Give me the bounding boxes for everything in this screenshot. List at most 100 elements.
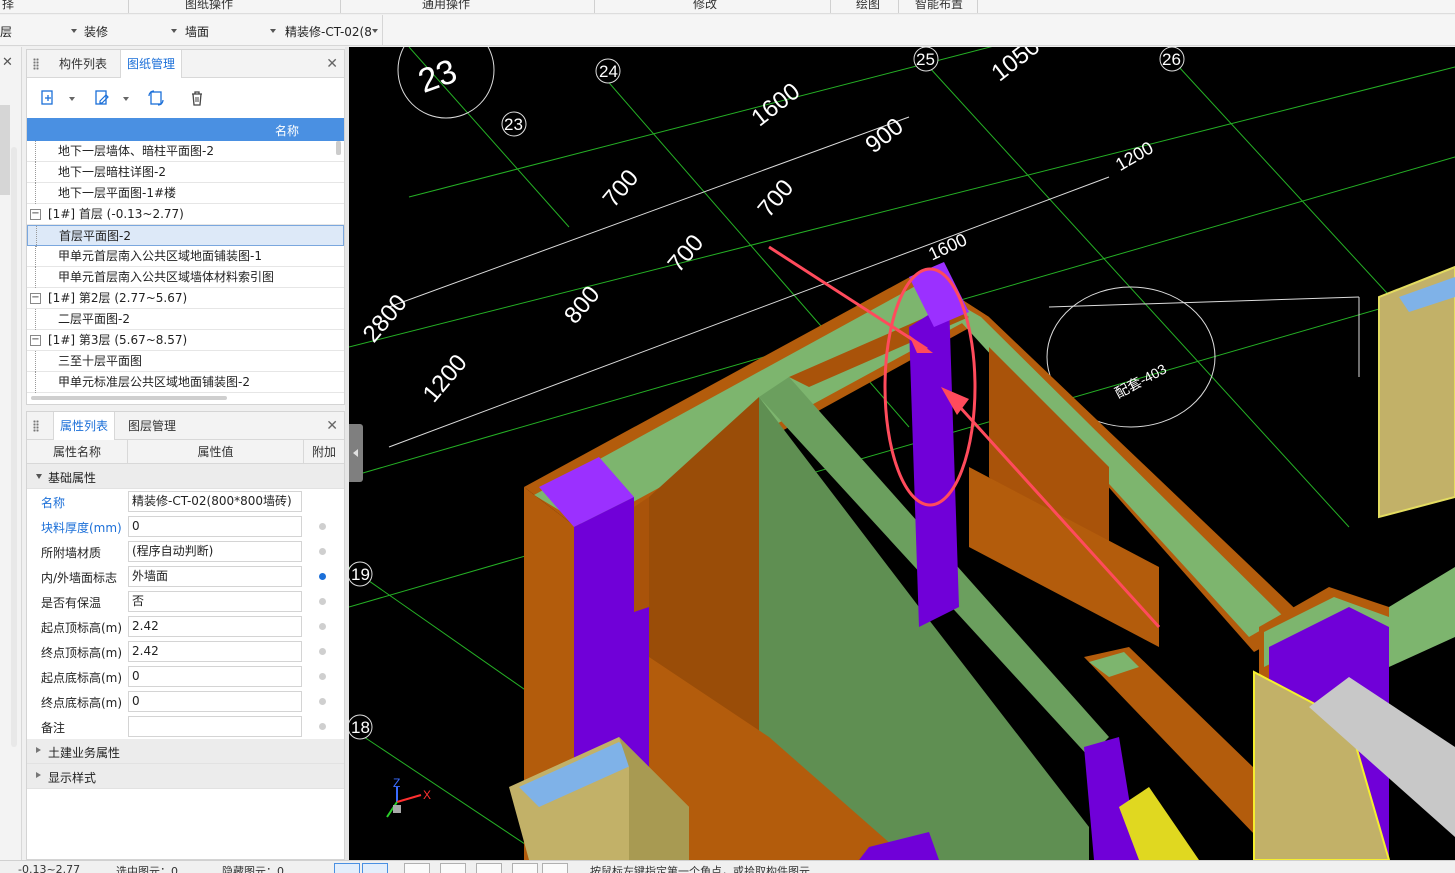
ribbon-group-draw[interactable]: 绘图 (856, 0, 880, 12)
category-select[interactable]: 装修 (84, 19, 180, 43)
close-icon[interactable]: ✕ (326, 418, 338, 434)
list-item[interactable]: 地下一层墙体、暗柱平面图-2 (27, 141, 344, 162)
select-mode-button[interactable] (362, 863, 388, 873)
chevron-down-icon[interactable] (123, 97, 129, 101)
edit-view-button[interactable] (542, 863, 568, 873)
expand-icon[interactable] (36, 747, 41, 753)
property-value-end-top-elev[interactable]: 2.42 (128, 641, 302, 662)
replace-drawing-button[interactable] (145, 87, 167, 109)
dimension-label: 1600 (746, 78, 805, 132)
collapse-panel-button[interactable] (349, 424, 363, 482)
list-item[interactable]: 三至十层平面图 (27, 351, 344, 372)
extra-checkbox[interactable] (319, 523, 326, 530)
column-header-extra[interactable]: 附加 (304, 440, 344, 463)
drawing-tree: 地下一层墙体、暗柱平面图-2 地下一层暗柱详图-2 地下一层平面图-1#楼 −[… (27, 141, 344, 393)
section-display-style[interactable]: 显示样式 (27, 764, 344, 789)
property-row-remark: 备注 (27, 714, 344, 739)
dimension-label: 1600 (925, 229, 970, 264)
section-civil-properties[interactable]: 土建业务属性 (27, 739, 344, 764)
close-icon[interactable]: ✕ (2, 55, 13, 70)
floor-select[interactable]: 层 (0, 19, 80, 43)
section-basic-properties[interactable]: 基础属性 (27, 464, 344, 489)
property-value-inner-outer-flag[interactable]: 外墙面 (128, 566, 302, 587)
ribbon-group-modify[interactable]: 修改 (693, 0, 717, 12)
extra-checkbox-checked[interactable] (319, 573, 326, 580)
tree-group-floor-2[interactable]: − [1#] 第2层 (2.77~5.67) (27, 288, 344, 309)
expand-icon[interactable] (36, 474, 42, 479)
property-value-remark[interactable] (128, 716, 302, 737)
extra-checkbox[interactable] (319, 648, 326, 655)
snap-mode-button[interactable] (334, 863, 360, 873)
list-item[interactable]: 甲单元首层南入公共区域地面铺装图-1 (27, 246, 344, 267)
chevron-down-icon[interactable] (69, 97, 75, 101)
property-value-end-bottom-elev[interactable]: 0 (128, 691, 302, 712)
add-point-button[interactable] (476, 863, 502, 873)
ribbon-group-select[interactable]: 择 (2, 0, 14, 12)
drag-grip-icon[interactable] (33, 58, 39, 70)
list-item[interactable]: 甲单元标准层公共区域地面铺装图-2 (27, 372, 344, 393)
tree-group-floor-1[interactable]: − [1#] 首层 (-0.13~2.77) (27, 204, 344, 225)
property-value-wall-material[interactable]: (程序自动判断) (128, 541, 302, 562)
ribbon-group-drawing-ops[interactable]: 图纸操作 (185, 0, 233, 12)
property-value-insulation[interactable]: 否 (128, 591, 302, 612)
extra-checkbox[interactable] (319, 598, 326, 605)
column-header-property-value[interactable]: 属性值 (128, 440, 304, 463)
nav-scrollbar[interactable] (11, 147, 17, 747)
property-value-tile-thickness[interactable]: 0 (128, 516, 302, 537)
axis-label: 24 (599, 62, 618, 81)
list-item-selected[interactable]: 首层平面图-2 (27, 225, 344, 247)
dimension-label: 700 (598, 165, 644, 213)
chevron-down-icon (171, 29, 177, 33)
close-icon[interactable]: ✕ (326, 56, 338, 72)
save-view-button[interactable] (512, 863, 538, 873)
collapse-icon[interactable]: − (30, 209, 41, 220)
property-value-start-top-elev[interactable]: 2.42 (128, 616, 302, 637)
tab-drawing-management[interactable]: 图纸管理 (120, 50, 183, 78)
axis-label: 18 (351, 718, 370, 737)
list-item[interactable]: 二层平面图-2 (27, 309, 344, 330)
cross-select-button[interactable] (404, 863, 430, 873)
expand-icon[interactable] (36, 772, 41, 778)
column-header-property-name[interactable]: 属性名称 (27, 440, 128, 463)
drag-grip-icon[interactable] (33, 420, 39, 432)
subtype-select[interactable]: 墙面 (185, 19, 279, 43)
list-item[interactable]: 甲单元首层南入公共区域墙体材料索引图 (27, 267, 344, 288)
3d-viewport[interactable]: 24 25 26 23 19 18 23 1600 1050 900 1200 … (349, 47, 1455, 860)
collapse-icon[interactable]: − (30, 293, 41, 304)
property-value-name[interactable]: 精装修-CT-02(800*800墙砖) (128, 491, 302, 512)
ribbon-group-smart-layout[interactable]: 智能布置 (915, 0, 963, 12)
property-row-end-top-elev: 终点顶标高(m) 2.42 (27, 639, 344, 664)
delete-drawing-button[interactable] (186, 87, 208, 109)
extra-checkbox[interactable] (319, 673, 326, 680)
dimension-label: 700 (753, 175, 799, 223)
extra-checkbox[interactable] (319, 723, 326, 730)
tab-component-list[interactable]: 构件列表 (53, 50, 113, 78)
ribbon-group-labels: 择 图纸操作 通用操作 修改 绘图 智能布置 (0, 0, 1455, 14)
model-canvas[interactable]: 24 25 26 23 19 18 23 1600 1050 900 1200 … (349, 47, 1455, 860)
extra-checkbox[interactable] (319, 698, 326, 705)
angle-button[interactable] (440, 863, 466, 873)
extra-checkbox[interactable] (319, 623, 326, 630)
axis-x-label: X (423, 788, 431, 802)
horizontal-scrollbar[interactable] (27, 393, 344, 403)
property-value-start-bottom-elev[interactable]: 0 (128, 666, 302, 687)
drawing-list-header: 名称 (27, 118, 344, 141)
wall-model[interactable] (509, 262, 1455, 860)
column-header-name[interactable]: 名称 (275, 122, 299, 139)
extra-checkbox[interactable] (319, 548, 326, 555)
list-item[interactable]: 地下一层暗柱详图-2 (27, 162, 344, 183)
tab-property-list[interactable]: 属性列表 (53, 412, 116, 440)
nav-scroll-track[interactable] (0, 105, 10, 195)
status-elevation: -0.13~2.77 (18, 863, 81, 873)
edit-drawing-icon (95, 90, 109, 105)
tree-group-floor-3[interactable]: − [1#] 第3层 (5.67~8.57) (27, 330, 344, 351)
property-row-inner-outer-flag: 内/外墙面标志 外墙面 (27, 564, 344, 589)
component-select[interactable]: 精装修-CT-02(8 (285, 19, 381, 43)
collapse-icon[interactable]: − (30, 335, 41, 346)
list-item[interactable]: 地下一层平面图-1#楼 (27, 183, 344, 204)
add-drawing-button[interactable] (37, 87, 59, 109)
ribbon-group-general-ops[interactable]: 通用操作 (422, 0, 470, 12)
dimension-label: 1200 (418, 349, 473, 407)
edit-drawing-button[interactable] (91, 87, 113, 109)
tab-layer-management[interactable]: 图层管理 (122, 412, 182, 440)
